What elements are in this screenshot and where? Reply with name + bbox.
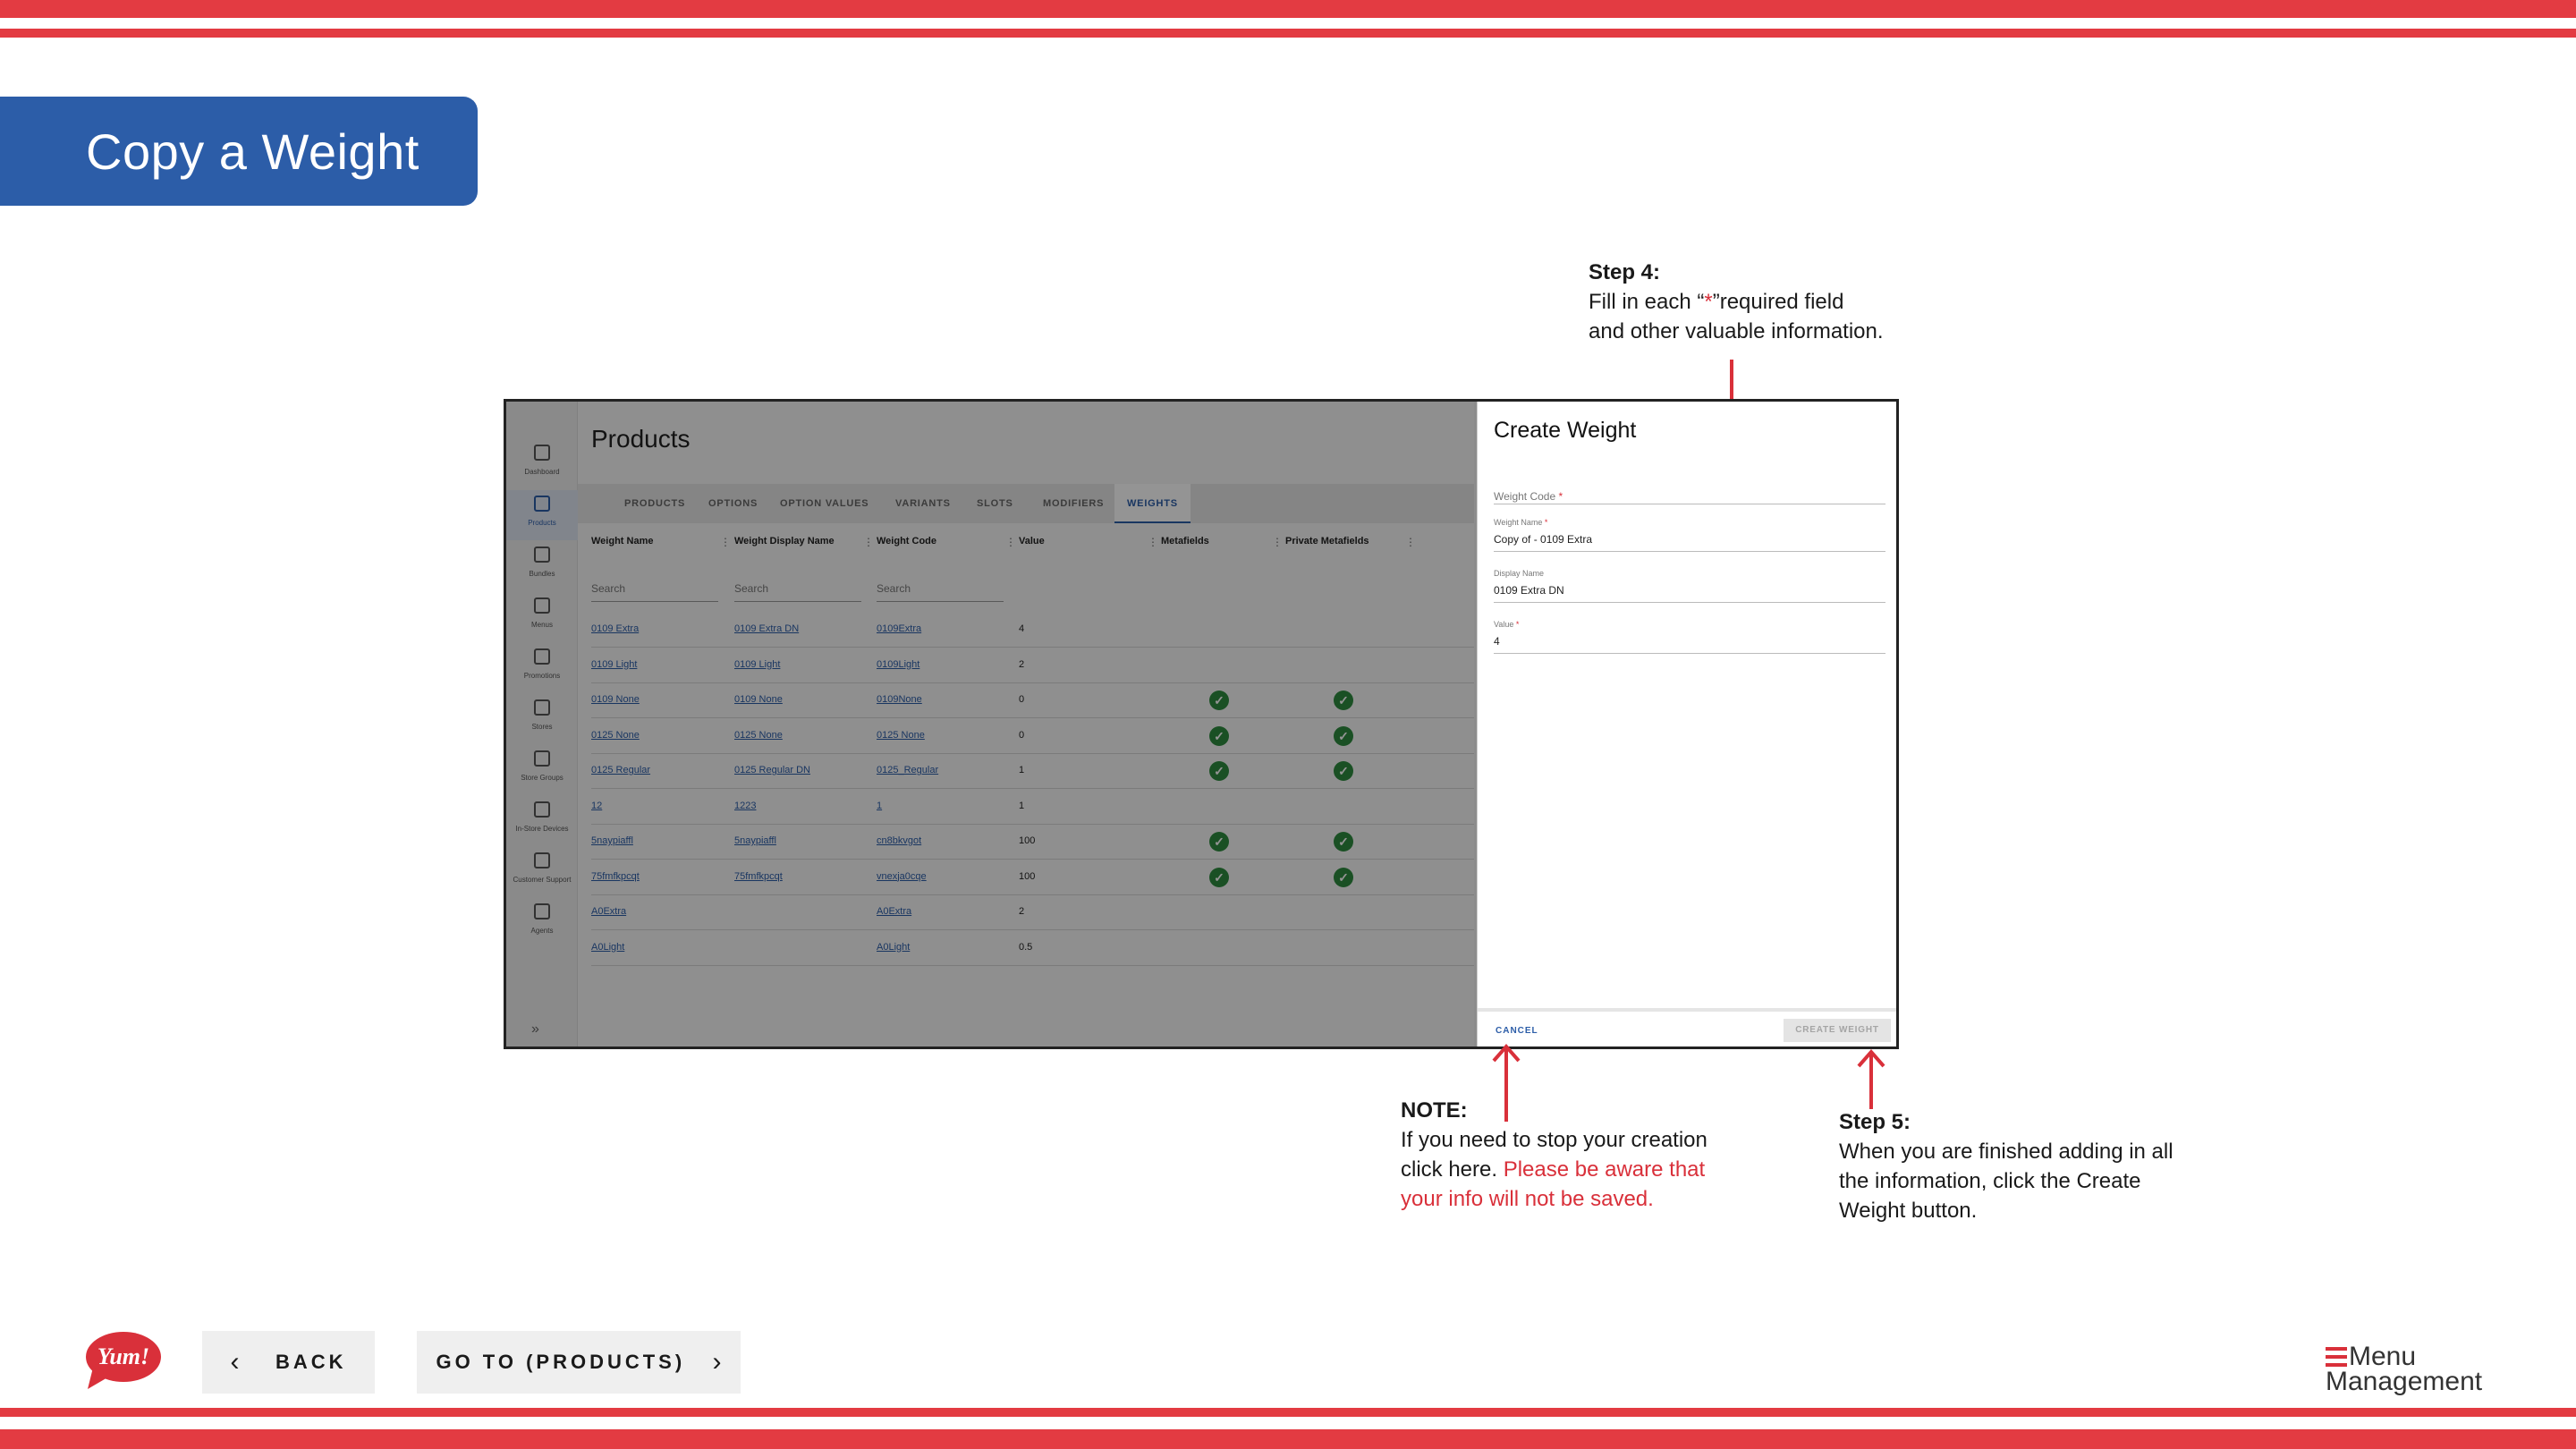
bottom-stripe-2 bbox=[0, 1429, 2576, 1449]
create-arrow-icon bbox=[1857, 1048, 1885, 1109]
note-line2a: click here. bbox=[1401, 1157, 1504, 1182]
step4-callout: Step 4: Fill in each “*”required field a… bbox=[1589, 258, 1884, 346]
display-name-field[interactable]: Display Name 0109 Extra DN bbox=[1494, 567, 1885, 603]
app-screenshot: Dashboard Products Bundles Menus Promotions S… bbox=[504, 399, 1899, 1049]
display-name-label: Display Name bbox=[1494, 569, 1545, 578]
mm-line2: Management bbox=[2326, 1367, 2483, 1396]
cancel-button[interactable]: CANCEL bbox=[1496, 1026, 1538, 1036]
step4-heading: Step 4: bbox=[1589, 260, 1661, 284]
bottom-stripe-1 bbox=[0, 1408, 2576, 1417]
step5-line3: Weight button. bbox=[1839, 1199, 1978, 1223]
top-stripe-2 bbox=[0, 29, 2576, 38]
create-weight-button[interactable]: CREATE WEIGHT bbox=[1784, 1019, 1891, 1042]
step4-text-b: ”required field bbox=[1712, 290, 1844, 314]
slide-title-banner: Copy a Weight bbox=[0, 97, 478, 206]
top-stripe-1 bbox=[0, 0, 2576, 18]
note-line2b: Please be aware that bbox=[1503, 1157, 1706, 1182]
svg-text:Yum!: Yum! bbox=[97, 1343, 149, 1369]
weight-name-field[interactable]: Weight Name * Copy of - 0109 Extra bbox=[1494, 516, 1885, 552]
step4-line2: and other valuable information. bbox=[1589, 319, 1884, 343]
note-callout: NOTE: If you need to stop your creation … bbox=[1401, 1096, 1707, 1214]
go-to-products-button[interactable]: GO TO (PRODUCTS) › bbox=[417, 1331, 741, 1394]
panel-title: Create Weight bbox=[1494, 418, 1637, 443]
note-line1: If you need to stop your creation bbox=[1401, 1128, 1707, 1152]
menu-management-logo: Menu Management bbox=[2326, 1342, 2487, 1396]
step4-asterisk: * bbox=[1704, 290, 1713, 314]
value-value: 4 bbox=[1494, 635, 1500, 648]
chevron-left-icon: ‹ bbox=[230, 1347, 240, 1377]
back-label: BACK bbox=[275, 1351, 347, 1373]
weight-code-label: Weight Code * bbox=[1494, 490, 1563, 503]
display-name-value: 0109 Extra DN bbox=[1494, 584, 1564, 597]
value-label: Value * bbox=[1494, 620, 1520, 629]
step5-line2: the information, click the Create bbox=[1839, 1169, 2141, 1193]
modal-overlay[interactable] bbox=[506, 402, 1474, 1046]
step5-heading: Step 5: bbox=[1839, 1110, 1911, 1134]
weight-name-value: Copy of - 0109 Extra bbox=[1494, 533, 1593, 546]
panel-footer: CANCEL CREATE WEIGHT bbox=[1478, 1008, 1896, 1046]
step5-callout: Step 5: When you are finished adding in … bbox=[1839, 1107, 2174, 1225]
step5-line1: When you are finished adding in all bbox=[1839, 1140, 2174, 1164]
slide-title: Copy a Weight bbox=[86, 123, 419, 180]
goto-label: GO TO (PRODUCTS) bbox=[436, 1351, 686, 1373]
note-line3: your info will not be saved. bbox=[1401, 1187, 1654, 1211]
step4-text-a: Fill in each “ bbox=[1589, 290, 1705, 314]
back-button[interactable]: ‹ BACK bbox=[202, 1331, 375, 1394]
chevron-right-icon: › bbox=[712, 1347, 722, 1377]
yum-logo: Yum! bbox=[86, 1332, 161, 1389]
note-heading: NOTE: bbox=[1401, 1098, 1468, 1123]
value-field[interactable]: Value * 4 bbox=[1494, 618, 1885, 654]
create-weight-panel: Create Weight Weight Code * Weight Name … bbox=[1477, 402, 1896, 1046]
weight-code-field[interactable]: Weight Code * bbox=[1494, 478, 1885, 504]
weight-name-label: Weight Name * bbox=[1494, 518, 1548, 527]
